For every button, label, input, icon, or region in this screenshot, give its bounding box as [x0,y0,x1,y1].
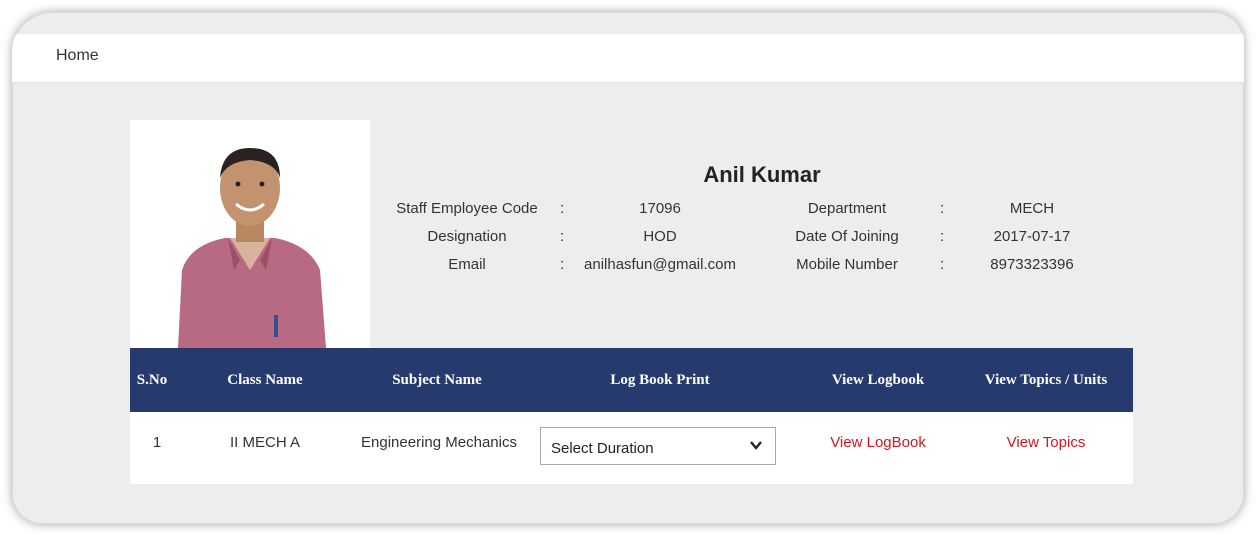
duration-select-value: Select Duration [551,440,654,457]
header-view-logbook: View Logbook [831,372,925,388]
view-logbook-link[interactable]: View LogBook [798,434,958,451]
department-value: MECH [1009,200,1055,217]
mobile-sep: : [940,256,945,273]
row-sno: 1 [152,434,162,451]
department-sep: : [940,200,945,217]
employee-code-value: 17096 [639,200,681,217]
joining-date-value: 2017-07-17 [993,228,1071,245]
row-class-name: II MECH A [229,434,300,451]
header-log-book-print: Log Book Print [610,372,710,388]
page-frame: Home Anil Kumar Staff Employee Code : 17… [12,12,1244,524]
employee-code-sep: : [560,200,565,217]
department-label: Department [807,200,887,217]
employee-code-label: Staff Employee Code [396,200,538,217]
table-row: 1 II MECH A Engineering Mechanics Select… [130,412,1133,484]
joining-date-label: Date Of Joining [795,228,899,245]
mobile-label: Mobile Number [796,256,898,273]
designation-label: Designation [427,228,507,245]
view-topics-link[interactable]: View Topics [966,434,1126,451]
chevron-down-icon [750,441,762,450]
designation-value: HOD [643,228,677,245]
header-subject-name: Subject Name [392,372,482,388]
designation-sep: : [560,228,565,245]
staff-name: Anil Kumar [703,162,821,187]
mobile-value: 8973323396 [990,256,1074,273]
header-class-name: Class Name [227,372,303,388]
header-sno: S.No [136,372,168,388]
joining-date-sep: : [940,228,945,245]
duration-select[interactable]: Select Duration [540,427,776,465]
profile-photo [130,120,370,348]
breadcrumb: Home [12,34,1244,83]
email-sep: : [560,256,565,273]
row-subject-name: Engineering Mechanics [361,434,517,451]
header-view-topics: View Topics / Units [984,372,1108,388]
classes-table-header: S.No Class Name Subject Name Log Book Pr… [130,348,1133,412]
email-label: Email [448,256,486,273]
email-value: anilhasfun@gmail.com [584,256,736,273]
breadcrumb-home-link[interactable]: Home [56,47,99,65]
person-avatar-icon [178,148,326,348]
